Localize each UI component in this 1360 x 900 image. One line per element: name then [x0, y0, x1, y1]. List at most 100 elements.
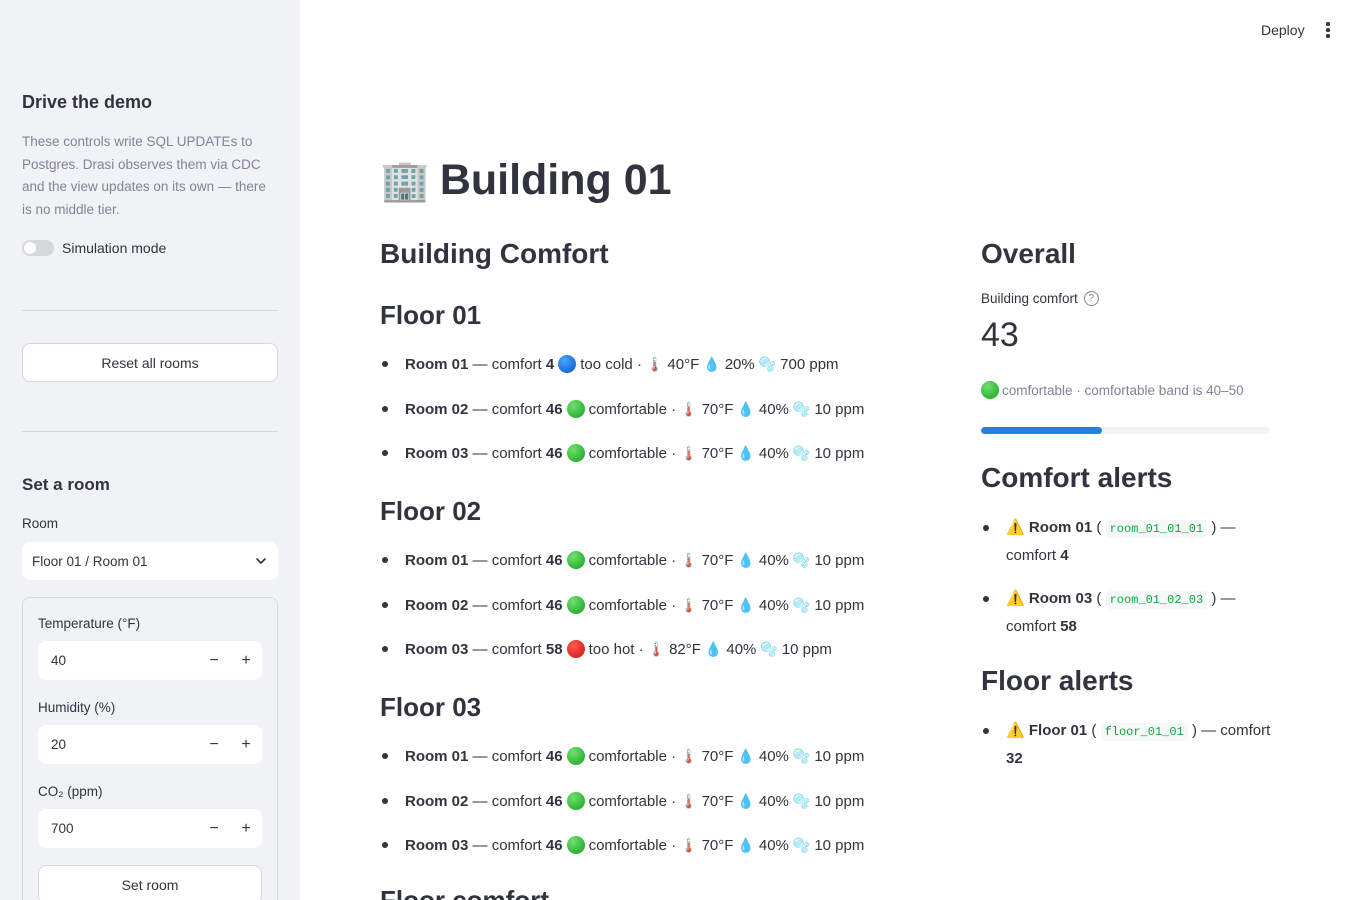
overall-heading: Overall [981, 238, 1076, 269]
comfort-word: comfort [491, 596, 542, 614]
bullet [382, 406, 388, 412]
comfort-value: 46 [545, 400, 563, 418]
bubbles-icon: 🫧 [792, 792, 811, 809]
sidebar: Drive the demo These controls write SQL … [0, 0, 300, 900]
reset-all-rooms-button[interactable]: Reset all rooms [22, 343, 278, 382]
dash: — [472, 400, 488, 418]
status-text: comfortable [588, 444, 667, 462]
co2: 700 ppm [780, 355, 839, 373]
temperature: 70°F [701, 400, 734, 418]
droplet-icon: 💧 [737, 444, 755, 461]
bubbles-icon: 🫧 [792, 836, 811, 853]
status-text: too hot [588, 640, 635, 658]
room-select[interactable]: Floor 01 / Room 01 [22, 542, 278, 580]
bullet [382, 450, 388, 456]
page-title-text: Building 01 [439, 156, 672, 204]
co2: 10 ppm [814, 836, 865, 854]
separator: · [636, 355, 642, 373]
droplet-icon: 💧 [737, 836, 755, 853]
status-text: comfortable [588, 792, 667, 810]
dash: — [472, 792, 488, 810]
list-item: Room 01 — comfort 46 comfortable · 🌡️ 70°F 💧… [380, 747, 864, 765]
comfort-value: 46 [545, 596, 563, 614]
caption-text: comfortable · comfortable band is 40–50 [1002, 382, 1244, 398]
bullet [382, 361, 388, 367]
comfort-word: comfort [491, 836, 542, 854]
blue-circle-icon [558, 355, 577, 373]
simulation-toggle[interactable]: Simulation mode [22, 240, 166, 256]
bubbles-icon: 🫧 [760, 640, 778, 657]
dash: — [1220, 519, 1236, 536]
bullet [983, 728, 989, 734]
comfort-progress-bar [981, 427, 1269, 434]
thermometer-icon: 🌡️ [645, 355, 664, 372]
set-room-form: Temperature (°F) 40 − + Humidity (%) 20 … [22, 597, 278, 900]
list-item: Room 01 — comfort 46 comfortable · 🌡️ 70°F 💧… [380, 551, 864, 569]
humidity-input[interactable]: 20 − + [38, 725, 262, 764]
comfort-word: comfort [491, 792, 542, 810]
help-icon[interactable]: ? [1083, 291, 1099, 306]
alert-comfort: 32 [1006, 749, 1023, 767]
list-item: Room 03 — comfort 46 comfortable · 🌡️ 70°F 💧… [380, 836, 864, 854]
list-item: Room 02 — comfort 46 comfortable · 🌡️ 70°F 💧… [380, 400, 864, 418]
building-comfort-caption: comfortable · comfortable band is 40–50 [981, 381, 1244, 399]
list-item: Room 02 — comfort 46 comfortable · 🌡️ 70°F 💧… [380, 596, 864, 614]
chevron-down-icon [256, 558, 266, 564]
warning-icon: ⚠️ [1006, 519, 1025, 536]
humidity: 40% [758, 444, 789, 462]
minus-icon[interactable]: − [198, 809, 230, 848]
building-comfort-heading: Building Comfort [380, 238, 609, 269]
plus-icon[interactable]: + [230, 809, 262, 848]
building-comfort-metric-label: Building comfort ? [981, 291, 1099, 306]
status-text: comfortable [588, 596, 667, 614]
co2: 10 ppm [814, 400, 865, 418]
temperature: 70°F [701, 792, 734, 810]
thermometer-icon: 🌡️ [647, 640, 666, 657]
bullet [983, 596, 989, 602]
comfort-value: 46 [545, 551, 563, 569]
plus-icon[interactable]: + [230, 641, 262, 680]
droplet-icon: 💧 [737, 400, 755, 417]
humidity: 40% [758, 400, 789, 418]
page-title: 🏢 Building 01 [380, 156, 672, 205]
co2-input[interactable]: 700 − + [38, 809, 262, 848]
comfort-value: 46 [545, 747, 563, 765]
bullet [382, 753, 388, 759]
separator: · [638, 640, 644, 658]
temperature-input[interactable]: 40 − + [38, 641, 262, 680]
co2: 10 ppm [814, 596, 865, 614]
temperature-value[interactable]: 40 [38, 653, 198, 668]
list-item: Room 01 — comfort 4 too cold · 🌡️ 40°F 💧 20% 🫧… [380, 355, 839, 373]
bullet [382, 842, 388, 848]
separator: · [671, 836, 677, 854]
bubbles-icon: 🫧 [792, 444, 811, 461]
deploy-button[interactable]: Deploy [1253, 20, 1313, 40]
humidity-value[interactable]: 20 [38, 737, 198, 752]
plus-icon[interactable]: + [230, 725, 262, 764]
list-item: Room 03 — comfort 46 comfortable · 🌡️ 70°F 💧… [380, 444, 864, 462]
toggle-switch[interactable] [22, 240, 54, 256]
status-text: comfortable [588, 400, 667, 418]
more-menu-icon[interactable] [1318, 20, 1338, 40]
alert-comfort: 58 [1060, 617, 1077, 635]
room-select-value: Floor 01 / Room 01 [32, 553, 148, 569]
alert-id: floor_01_01 [1100, 723, 1188, 741]
minus-icon[interactable]: − [198, 725, 230, 764]
temperature: 70°F [701, 836, 734, 854]
droplet-icon: 💧 [737, 551, 755, 568]
co2-value[interactable]: 700 [38, 821, 198, 836]
warning-icon: ⚠️ [1006, 590, 1025, 607]
room-name: Room 02 [405, 596, 469, 614]
comfort-word: comfort [491, 640, 542, 658]
room-name: Room 01 [405, 551, 469, 569]
set-room-button[interactable]: Set room [38, 865, 262, 900]
comfort-word: comfort [491, 355, 542, 373]
minus-icon[interactable]: − [198, 641, 230, 680]
building-comfort-value: 43 [981, 316, 1019, 354]
temperature: 82°F [669, 640, 701, 658]
temperature-label: Temperature (°F) [38, 616, 141, 631]
thermometer-icon: 🌡️ [680, 792, 698, 809]
comfort-word: comfort [491, 444, 542, 462]
temperature: 70°F [701, 444, 734, 462]
room-name: Room 01 [405, 355, 469, 373]
